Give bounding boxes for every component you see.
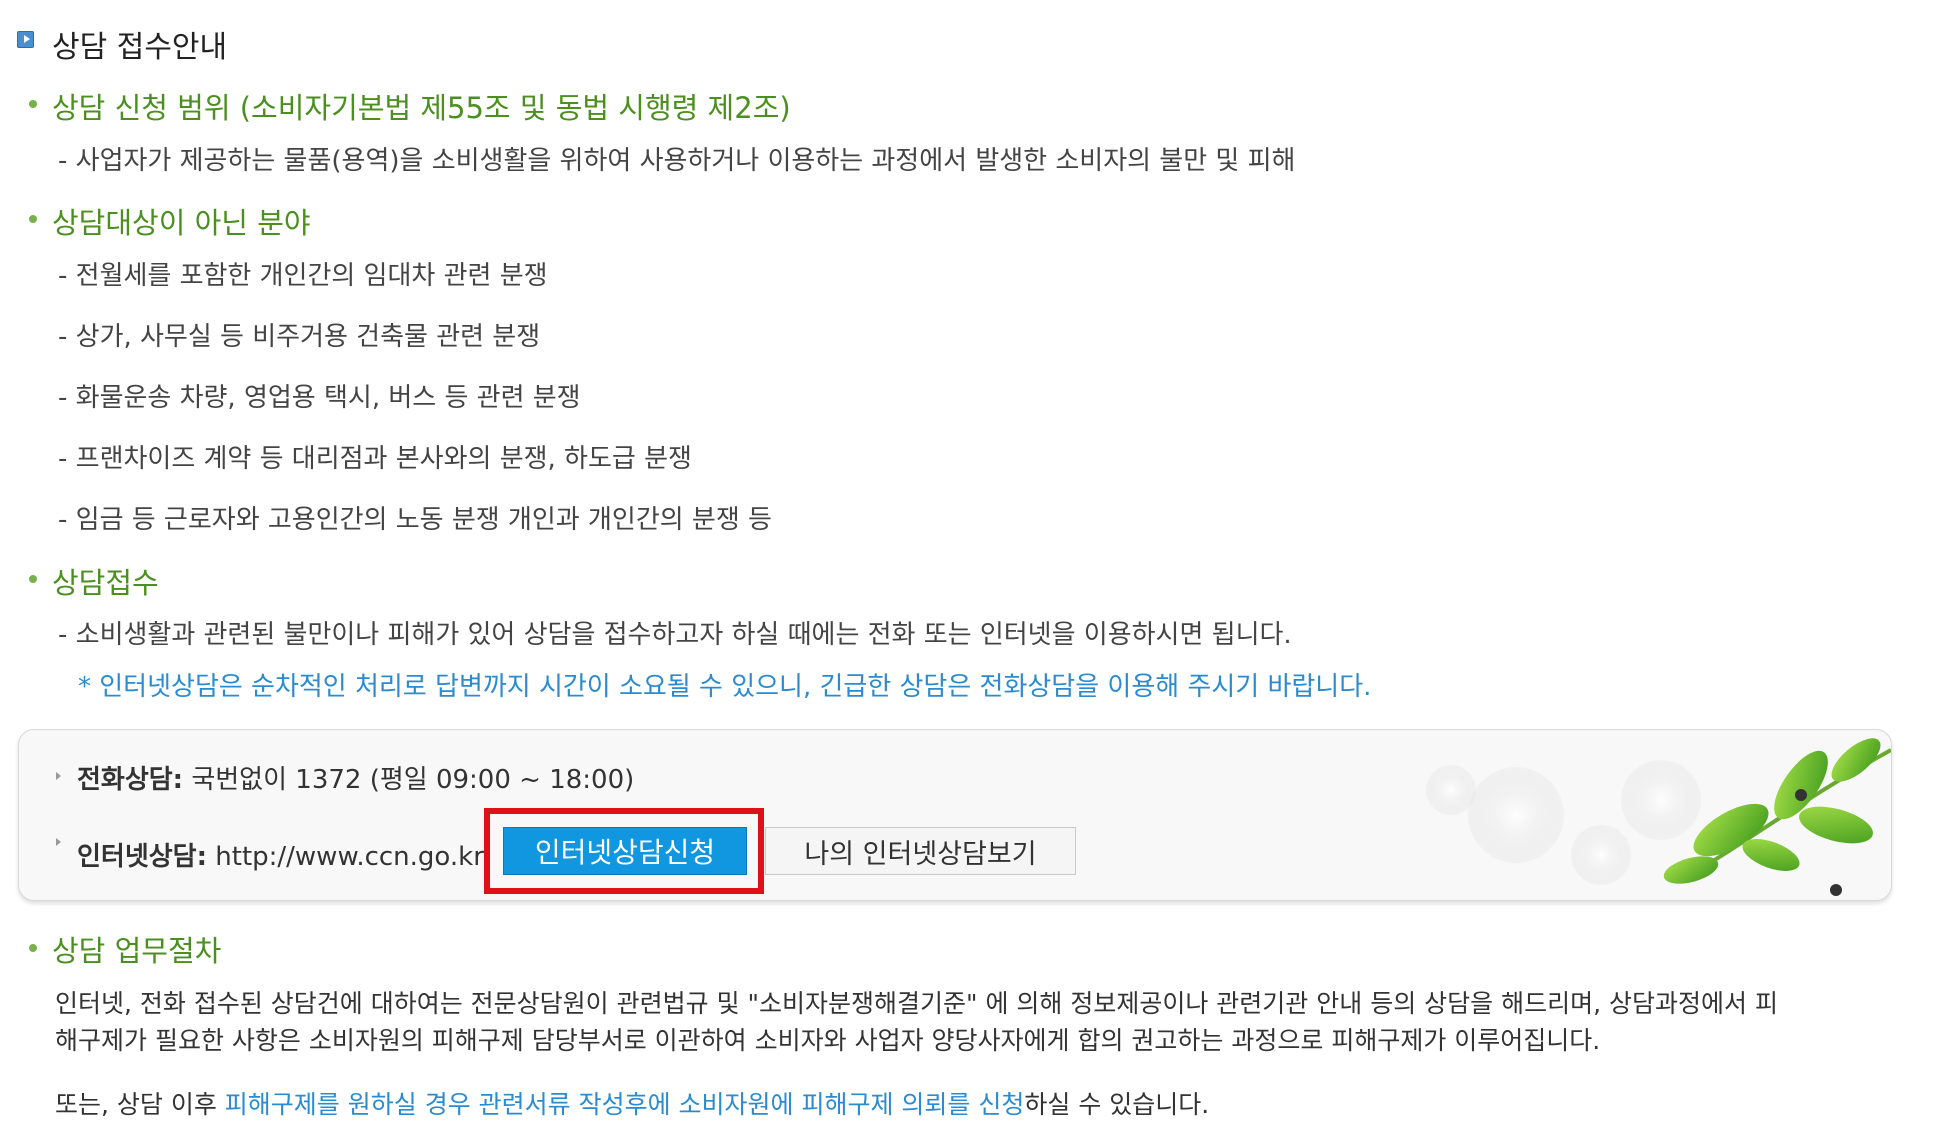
contact-box bbox=[18, 729, 1892, 901]
procedure-prefix: 또는, 상담 이후 bbox=[55, 1090, 225, 1119]
section-title-reception: 상담접수 bbox=[52, 566, 159, 600]
my-internet-consultation-button[interactable]: 나의 인터넷상담보기 bbox=[765, 827, 1076, 875]
procedure-text-line1: 인터넷, 전화 접수된 상담건에 대하여는 전문상담원이 관련법규 및 "소비자… bbox=[55, 989, 1778, 1018]
damage-relief-link[interactable]: 피해구제를 원하실 경우 관련서류 작성후에 소비자원에 피해구제 의뢰를 신청 bbox=[225, 1090, 1025, 1119]
section-title-excluded: 상담대상이 아닌 분야 bbox=[52, 206, 311, 240]
green-dot-icon bbox=[29, 100, 37, 108]
green-dot-icon bbox=[29, 944, 37, 952]
green-dot-icon bbox=[29, 215, 37, 223]
list-item: - 상가, 사무실 등 비주거용 건축물 관련 분쟁 bbox=[58, 322, 541, 352]
list-item: - 프랜차이즈 계약 등 대리점과 본사와의 분쟁, 하도급 분쟁 bbox=[58, 444, 692, 474]
notice-text: * 인터넷상담은 순차적인 처리로 답변까지 시간이 소요될 수 있으니, 긴급… bbox=[78, 672, 1372, 702]
list-item: - 소비생활과 관련된 불만이나 피해가 있어 상담을 접수하고자 하실 때에는… bbox=[58, 620, 1292, 650]
section-title-procedure: 상담 업무절차 bbox=[52, 934, 222, 968]
green-leaves-icon bbox=[1426, 738, 1891, 896]
internet-consultation: 인터넷상담: http://www.ccn.go.kr bbox=[77, 836, 484, 873]
list-item: - 전월세를 포함한 개인간의 임대차 관련 분쟁 bbox=[58, 261, 548, 291]
internet-label: 인터넷상담: bbox=[77, 842, 207, 872]
highlight-box bbox=[484, 808, 764, 894]
section-title-scope: 상담 신청 범위 (소비자기본법 제55조 및 동법 시행령 제2조) bbox=[52, 91, 791, 125]
list-item: - 화물운송 차량, 영업용 택시, 버스 등 관련 분쟁 bbox=[58, 383, 581, 413]
internet-url[interactable]: http://www.ccn.go.kr bbox=[207, 842, 484, 872]
procedure-text-2: 또는, 상담 이후 피해구제를 원하실 경우 관련서류 작성후에 소비자원에 피… bbox=[55, 1085, 1209, 1121]
page-title: 상담 접수안내 bbox=[52, 30, 228, 65]
list-item: - 임금 등 근로자와 고용인간의 노동 분쟁 개인과 개인간의 분쟁 등 bbox=[58, 505, 772, 535]
arrow-square-icon bbox=[17, 31, 34, 48]
green-dot-icon bbox=[29, 575, 37, 583]
phone-label: 전화상담: bbox=[77, 765, 184, 795]
procedure-suffix: 하실 수 있습니다. bbox=[1024, 1090, 1210, 1119]
phone-value: 국번없이 1372 (평일 09:00 ~ 18:00) bbox=[183, 765, 635, 795]
list-item: - 사업자가 제공하는 물품(용역)을 소비생활을 위하여 사용하거나 이용하는… bbox=[58, 146, 1296, 176]
triangle-bullet-icon bbox=[56, 838, 61, 846]
phone-consultation: 전화상담: 국번없이 1372 (평일 09:00 ~ 18:00) bbox=[77, 759, 634, 796]
triangle-bullet-icon bbox=[56, 772, 61, 780]
procedure-text-line2: 해구제가 필요한 사항은 소비자원의 피해구제 담당부서로 이관하여 소비자와 … bbox=[55, 1026, 1601, 1055]
